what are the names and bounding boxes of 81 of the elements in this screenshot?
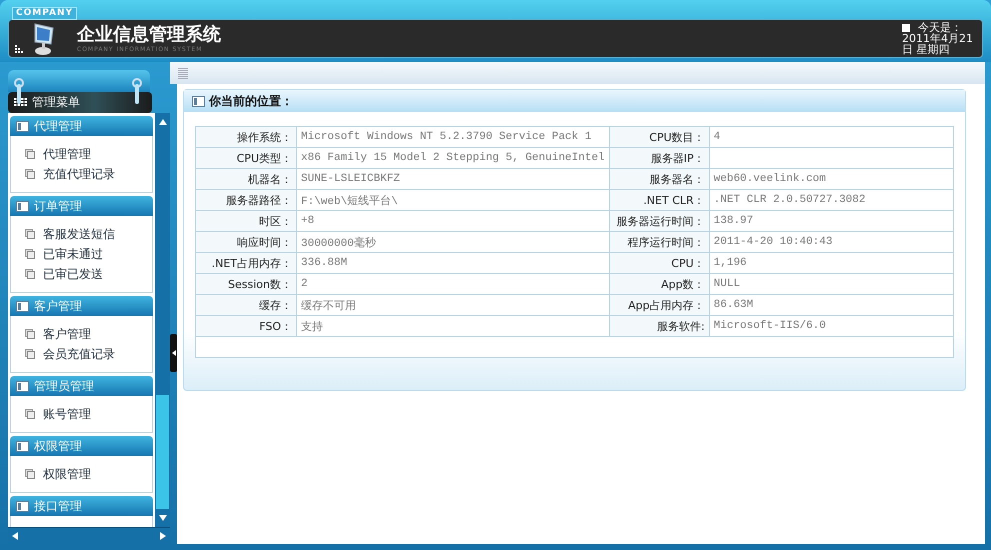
ring-icon <box>132 78 142 104</box>
label-cell: 服务器名： <box>609 168 710 190</box>
label-cell: Session数： <box>196 274 296 294</box>
menu-item[interactable]: 账号管理 <box>25 404 152 424</box>
label-cell: 时区： <box>196 210 296 232</box>
label-cell: 程序运行时间： <box>609 232 710 252</box>
label-cell: 机器名： <box>196 168 296 190</box>
label-cell: CPU数目： <box>609 126 710 148</box>
panel-title: 你当前的位置： <box>209 92 293 110</box>
label-cell: CPU类型： <box>196 148 296 168</box>
scroll-thumb[interactable] <box>156 395 169 509</box>
label-cell: App数： <box>609 274 710 294</box>
value-cell: F:\web\短线平台\ <box>296 190 610 210</box>
menu-item[interactable]: 客服发送短信 <box>25 224 152 244</box>
value-cell: 2011-4-20 10:40:43 <box>709 232 954 252</box>
value-cell: .NET CLR 2.0.50727.3082 <box>709 190 954 210</box>
label-cell: 响应时间： <box>196 232 296 252</box>
value-cell: NULL <box>709 274 954 294</box>
menu-group-title: 订单管理 <box>34 198 82 214</box>
panel-icon <box>16 500 29 512</box>
menu-group-title: 接口管理 <box>34 498 82 514</box>
label-cell: .NET占用内存： <box>196 252 296 274</box>
label-cell: 服务器路径： <box>196 190 296 210</box>
square-icon <box>902 24 910 32</box>
drag-grip-icon <box>178 68 188 78</box>
panel-icon <box>192 96 205 106</box>
value-cell: Microsoft Windows NT 5.2.3790 Service Pack 1 <box>296 126 610 148</box>
date-text: 2011年4月21日 星期四 <box>902 33 974 55</box>
label-cell: .NET CLR： <box>609 190 710 210</box>
panel-icon <box>16 300 29 312</box>
scroll-left-icon[interactable] <box>12 532 18 540</box>
panel-icon <box>16 380 29 392</box>
page-icon <box>25 469 35 479</box>
menu-item[interactable]: 已审已发送 <box>25 264 152 284</box>
menu-group-title: 代理管理 <box>34 118 82 134</box>
menu-group-title: 客户管理 <box>34 298 82 314</box>
today-label: 今天是： <box>918 22 962 33</box>
value-cell: +8 <box>296 210 610 232</box>
label-cell: 服务器IP： <box>609 148 710 168</box>
menu-item[interactable]: 权限管理 <box>25 464 152 484</box>
menu-item[interactable]: 已审未通过 <box>25 244 152 264</box>
value-cell: 缓存不可用 <box>296 294 610 316</box>
menu-item[interactable]: 客户管理 <box>25 324 152 344</box>
label-cell: FSO： <box>196 316 296 336</box>
value-cell: x86 Family 15 Model 2 Stepping 5, GenuineIntel <box>296 148 610 168</box>
collapse-arrow-icon[interactable] <box>172 350 176 356</box>
value-cell: Microsoft-IIS/6.0 <box>709 316 954 336</box>
value-cell: 336.88M <box>296 252 610 274</box>
scroll-down-icon[interactable] <box>158 515 166 521</box>
value-cell: 138.97 <box>709 210 954 232</box>
value-cell: SUNE-LSLEICBKFZ <box>296 168 610 190</box>
scroll-right-icon[interactable] <box>160 532 166 540</box>
menu-title-text: 管理菜单 <box>32 94 80 111</box>
ring-icon <box>14 78 24 104</box>
menu-group-title: 权限管理 <box>34 438 82 454</box>
value-cell: 30000000毫秒 <box>296 232 610 252</box>
collapse-handle[interactable] <box>170 334 177 372</box>
value-cell: 86.63M <box>709 294 954 316</box>
grid-icon <box>14 98 28 107</box>
value-cell: 2 <box>296 274 610 294</box>
value-cell: 1,196 <box>709 252 954 274</box>
label-cell: 操作系统： <box>196 126 296 148</box>
scroll-up-icon[interactable] <box>158 119 166 125</box>
menu-item[interactable]: 充值代理记录 <box>25 164 152 184</box>
value-cell: 支持 <box>296 316 610 336</box>
panel-icon <box>16 440 29 452</box>
panel-icon <box>16 120 29 132</box>
label-cell: App占用内存： <box>609 294 710 316</box>
company-badge: COMPANY <box>12 7 77 20</box>
menu-group-title: 管理员管理 <box>34 378 94 394</box>
value-cell: web60.veelink.com <box>709 168 954 190</box>
menu-item[interactable]: 会员充值记录 <box>25 344 152 364</box>
menu-item[interactable]: 代理管理 <box>25 144 152 164</box>
label-cell: 服务软件: <box>609 316 710 336</box>
label-cell: 缓存： <box>196 294 296 316</box>
page-icon <box>25 409 35 419</box>
value-cell: 4 <box>709 126 954 148</box>
panel-icon <box>16 200 29 212</box>
label-cell: 服务器运行时间： <box>609 210 710 232</box>
label-cell: CPU： <box>609 252 710 274</box>
system-title: 企业信息管理系统 <box>77 24 221 46</box>
